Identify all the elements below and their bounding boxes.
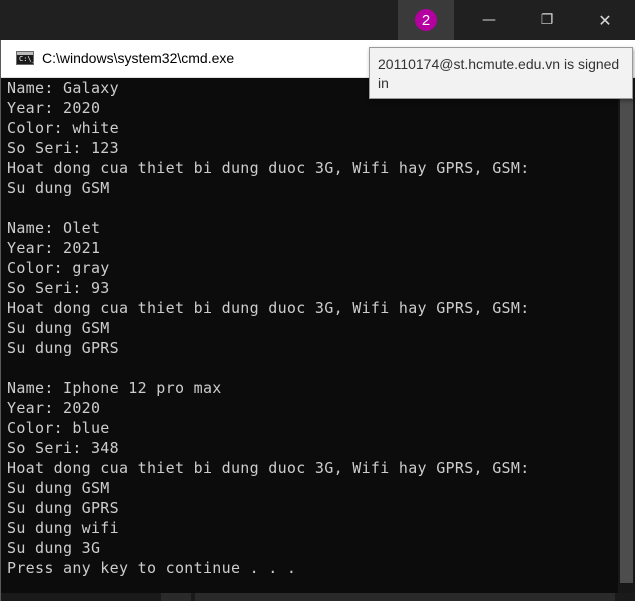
cmd-window-title: C:\windows\system32\cmd.exe (42, 50, 235, 66)
console-line: So Seri: 93 (7, 279, 110, 297)
console-line: Hoat dong cua thiet bi dung duoc 3G, Wif… (7, 299, 530, 317)
hscroll-track (195, 593, 615, 601)
hscroll-segment (161, 593, 191, 601)
restore-icon: ❐ (540, 12, 554, 28)
console-line: Su dung 3G (7, 539, 101, 557)
scrollbar-thumb[interactable] (620, 98, 633, 583)
screen: 2 — ❐ ✕ C:\_ C:\windows\system32\cmd.exe… (0, 0, 635, 601)
console-line: So Seri: 348 (7, 439, 119, 457)
console-line: So Seri: 123 (7, 139, 119, 157)
console-line: Su dung wifi (7, 519, 119, 537)
console-line: Su dung GSM (7, 179, 110, 197)
console-line: Hoat dong cua thiet bi dung duoc 3G, Wif… (7, 459, 530, 477)
close-button[interactable]: ✕ (582, 0, 628, 40)
notification-badge: 2 (415, 9, 437, 31)
account-tooltip: 20110174@st.hcmute.edu.vn is signed in (369, 47, 633, 99)
console-line: Color: white (7, 119, 119, 137)
console-line: Name: Olet (7, 219, 101, 237)
console-line: Press any key to continue . . . (7, 559, 297, 577)
console-line: Name: Iphone 12 pro max (7, 379, 222, 397)
horizontal-scrollbar[interactable] (1, 593, 635, 601)
console-line: Year: 2020 (7, 99, 101, 117)
minimize-icon: — (482, 12, 496, 28)
console-line: Year: 2021 (7, 239, 101, 257)
minimize-button[interactable]: — (466, 0, 512, 40)
console-line: Su dung GSM (7, 479, 110, 497)
cmd-icon-text: C:\_ (19, 55, 36, 63)
vertical-scrollbar[interactable] (618, 78, 635, 593)
console-line: Su dung GPRS (7, 499, 119, 517)
notification-button[interactable]: 2 (398, 0, 454, 40)
maximize-button[interactable]: ❐ (524, 0, 570, 40)
close-icon: ✕ (598, 10, 612, 30)
console-line: Su dung GSM (7, 319, 110, 337)
console-line: Color: gray (7, 259, 110, 277)
console-line: Su dung GPRS (7, 339, 119, 357)
host-title-bar: 2 — ❐ ✕ (0, 0, 635, 40)
console-output[interactable]: Name: Galaxy Year: 2020 Color: white So Ser… (7, 78, 613, 593)
console-line: Color: blue (7, 419, 110, 437)
cmd-window: C:\_ C:\windows\system32\cmd.exe Name: G… (0, 40, 635, 601)
console-line: Hoat dong cua thiet bi dung duoc 3G, Wif… (7, 159, 530, 177)
cmd-icon: C:\_ (16, 51, 36, 65)
console-line: Year: 2020 (7, 399, 101, 417)
